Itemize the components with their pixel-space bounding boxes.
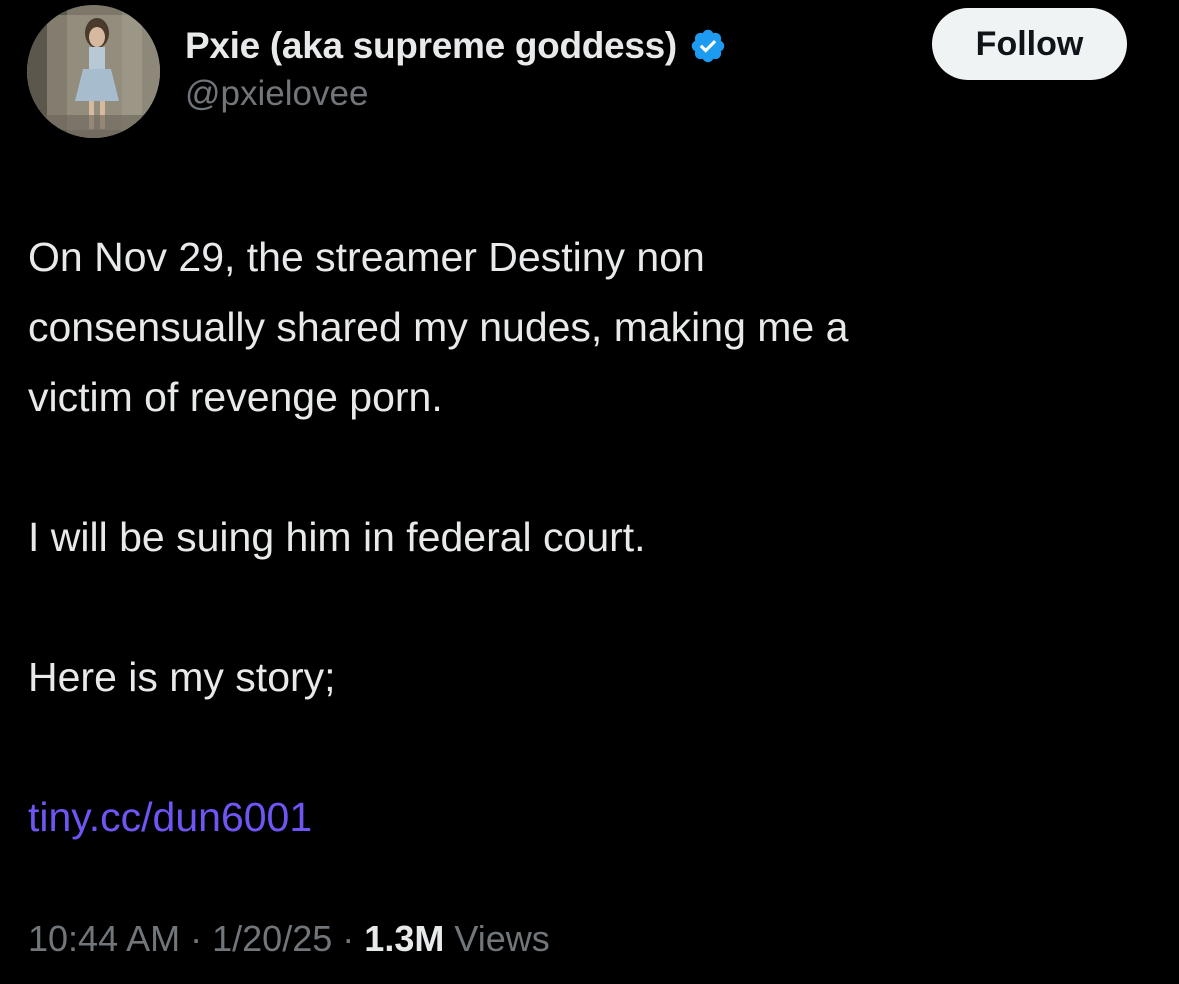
views-count[interactable]: 1.3M — [364, 918, 444, 959]
tweet-line: Here is my story; — [28, 654, 336, 700]
tweet-link-line: tiny.cc/dun6001 — [28, 782, 1148, 852]
tweet-line: consensually shared my nudes, making me … — [28, 304, 849, 350]
tweet-line: On Nov 29, the streamer Destiny non — [28, 234, 705, 280]
tweet-time[interactable]: 10:44 AM — [28, 918, 180, 959]
tweet-text: On Nov 29, the streamer Destiny non cons… — [28, 222, 1148, 852]
tweet-meta: 10:44 AM · 1/20/25 · 1.3M Views — [28, 918, 550, 960]
tweet-line: victim of revenge porn. — [28, 374, 443, 420]
handle[interactable]: @pxielovee — [185, 74, 727, 114]
name-row: Pxie (aka supreme goddess) — [185, 22, 727, 70]
tweet: Pxie (aka supreme goddess) @pxielovee Fo… — [0, 0, 1179, 984]
follow-button[interactable]: Follow — [932, 8, 1127, 80]
meta-separator: · — [342, 918, 355, 959]
verified-badge-icon[interactable] — [689, 27, 727, 65]
display-name[interactable]: Pxie (aka supreme goddess) — [185, 25, 677, 67]
tweet-date[interactable]: 1/20/25 — [212, 918, 332, 959]
tweet-line: I will be suing him in federal court. — [28, 514, 646, 560]
author-info: Pxie (aka supreme goddess) @pxielovee — [185, 22, 727, 114]
avatar[interactable] — [27, 5, 160, 138]
tweet-link[interactable]: tiny.cc/dun6001 — [28, 794, 312, 840]
avatar-image — [27, 5, 160, 138]
meta-separator: · — [190, 918, 203, 959]
views-label: Views — [454, 918, 550, 959]
